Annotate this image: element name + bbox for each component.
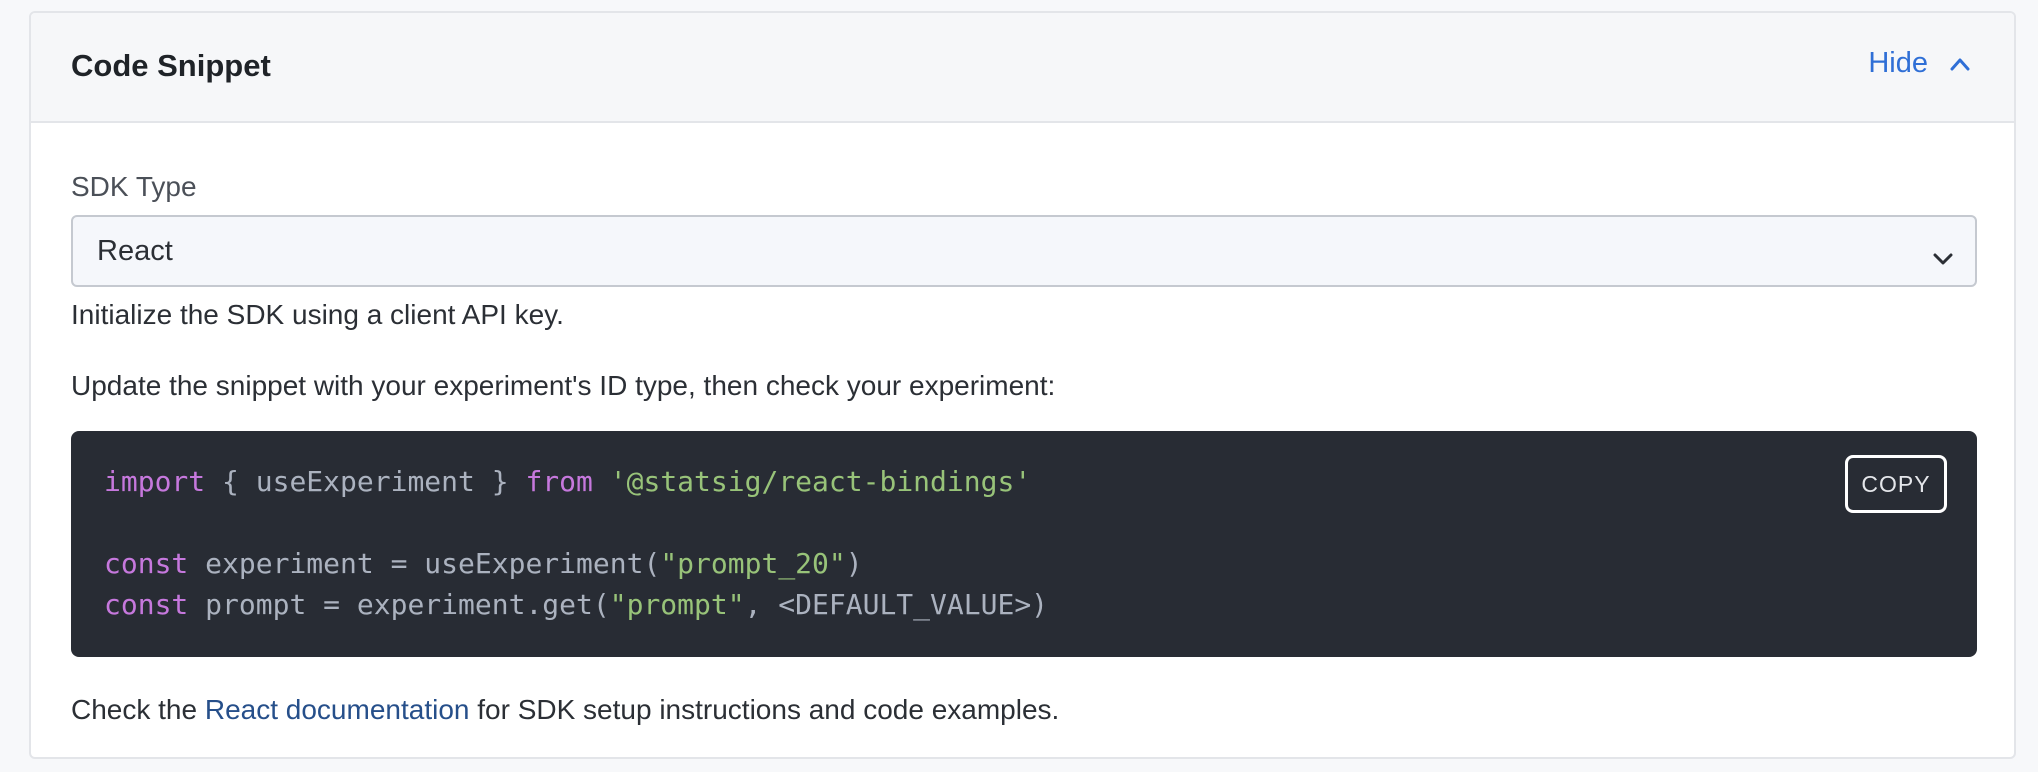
code-text: { useExperiment } [205,465,526,498]
code-line-4: const prompt = experiment.get("prompt", … [104,588,1048,621]
init-description: Initialize the SDK using a client API ke… [71,299,564,330]
code-keyword: from [525,465,593,498]
code-string: '@statsig/react-bindings' [609,465,1032,498]
panel-title: Code Snippet [71,48,271,83]
footer-suffix: for SDK setup instructions and code exam… [469,694,1060,725]
code-text: prompt = experiment.get( [188,588,610,621]
code-text: experiment = useExperiment( [188,547,661,580]
code-string: "prompt_20" [660,547,846,580]
footer-text: Check the React documentation for SDK se… [71,694,1059,726]
copy-button[interactable]: COPY [1845,455,1947,513]
code-keyword: const [104,588,189,621]
code-text: , <DEFAULT_VALUE>) [744,588,1049,621]
sdk-type-select[interactable]: React [71,215,1977,287]
code-block: import { useExperiment } from '@statsig/… [71,431,1977,657]
panel-header: Code Snippet Hide [31,13,2014,123]
code-keyword: import [104,465,206,498]
code-line-3: const experiment = useExperiment("prompt… [104,547,863,580]
update-description: Update the snippet with your experiment'… [71,370,1056,401]
code-snippet-panel: Code Snippet Hide SDK Type React Initial… [29,11,2016,759]
code-keyword: const [104,547,189,580]
hide-button[interactable]: Hide [1868,47,1970,80]
chevron-up-icon [1950,57,1970,71]
footer-prefix: Check the [71,694,205,725]
code-string: "prompt" [609,588,745,621]
code-content: import { useExperiment } from '@statsig/… [104,461,1048,625]
sdk-type-label: SDK Type [71,171,197,202]
sdk-type-value: React [97,234,173,267]
react-documentation-link[interactable]: React documentation [205,694,470,725]
hide-label: Hide [1868,47,1928,79]
code-text: ) [845,547,863,580]
chevron-down-icon [1933,241,1953,274]
code-line-1: import { useExperiment } from '@statsig/… [104,465,1031,498]
